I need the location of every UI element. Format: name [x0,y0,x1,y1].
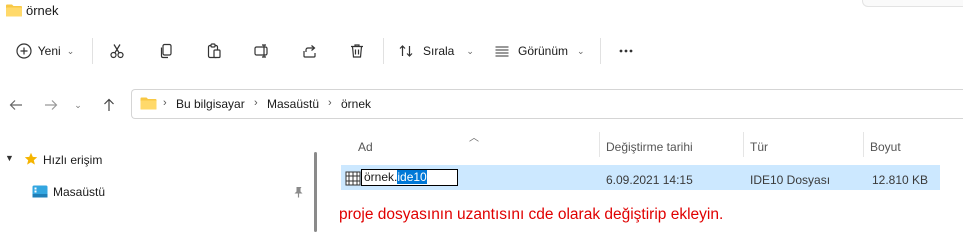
star-icon [24,152,38,165]
navigation-pane-scrollbar[interactable] [314,152,317,232]
view-icon [495,46,509,57]
paste-icon [207,43,221,59]
paste-button[interactable] [203,40,225,62]
back-button[interactable] [4,94,28,116]
sort-button[interactable]: Sırala ⌄ [398,38,483,64]
copy-icon [160,43,172,59]
file-icon [345,171,361,186]
recent-locations-button[interactable]: ⌄ [66,94,90,116]
toolbar-separator [383,38,384,64]
chevron-down-icon: ⌄ [466,45,474,56]
forward-button[interactable] [39,94,63,116]
arrow-right-icon [45,100,58,110]
breadcrumb-separator: › [254,97,258,109]
breadcrumb-separator: › [163,97,167,109]
rename-input-selected-extension: ide10 [397,170,427,184]
breadcrumb-item-ornek[interactable]: örnek [341,97,371,111]
column-divider[interactable] [863,132,864,157]
sidebar-item-desktop[interactable]: Masaüstü [53,185,105,199]
cut-button[interactable] [106,40,128,62]
sidebar-item-quick-access[interactable]: Hızlı erişim [43,153,102,167]
column-header-type[interactable]: Tür [750,140,768,154]
chevron-down-icon: ⌄ [74,99,82,110]
arrow-left-icon [9,100,22,110]
delete-icon [351,44,363,58]
folder-icon [140,97,157,110]
rename-icon [254,44,268,58]
sort-button-label: Sırala [423,44,455,58]
up-button[interactable] [97,94,121,116]
file-type: IDE10 Dosyası [750,173,831,187]
share-button[interactable] [299,40,321,62]
column-header-name[interactable]: Ad [358,140,373,154]
breadcrumb-item-desktop[interactable]: Masaüstü [267,97,319,111]
cut-icon [110,44,124,59]
title-bar [0,0,963,24]
sort-ascending-icon: ︿ [469,133,479,144]
rename-input-base: örnek. [364,170,398,184]
view-button[interactable]: Görünüm ⌄ [494,38,594,64]
file-modified: 6.09.2021 14:15 [606,173,693,187]
column-header-size[interactable]: Boyut [870,140,901,154]
share-icon [303,45,316,58]
column-divider[interactable] [743,132,744,157]
view-button-label: Görünüm [518,44,569,58]
desktop-icon [32,185,48,198]
chevron-down-icon: ⌄ [66,45,75,56]
plus-circle-icon [16,43,32,59]
column-divider[interactable] [599,132,600,157]
arrow-up-icon [104,98,114,111]
instruction-note: proje dosyasının uzantısını cde olarak d… [339,206,724,223]
sort-icon [399,45,413,57]
new-button-label: Yeni [37,44,61,58]
more-button[interactable] [615,40,637,62]
folder-icon [6,4,22,17]
window-title: örnek [26,3,59,18]
delete-button[interactable] [346,40,368,62]
toolbar-separator [92,38,93,64]
breadcrumb-separator: › [328,97,332,109]
more-icon [619,49,633,53]
breadcrumb-item-this-pc[interactable]: Bu bilgisayar [176,97,245,111]
expand-chevron-icon[interactable]: ▼ [5,153,14,163]
rename-input[interactable]: örnek.ide10 [361,169,458,186]
rename-button[interactable] [251,40,273,62]
navigation-pane [0,130,320,241]
file-size: 12.810 KB [872,173,929,187]
pin-icon[interactable] [293,186,304,198]
chevron-down-icon: ⌄ [577,45,585,56]
new-button[interactable]: Yeni ⌄ [10,38,80,64]
window-edge [862,0,963,7]
column-header-modified[interactable]: Değiştirme tarihi [606,140,693,154]
toolbar-separator [600,38,601,64]
copy-button[interactable] [155,40,177,62]
